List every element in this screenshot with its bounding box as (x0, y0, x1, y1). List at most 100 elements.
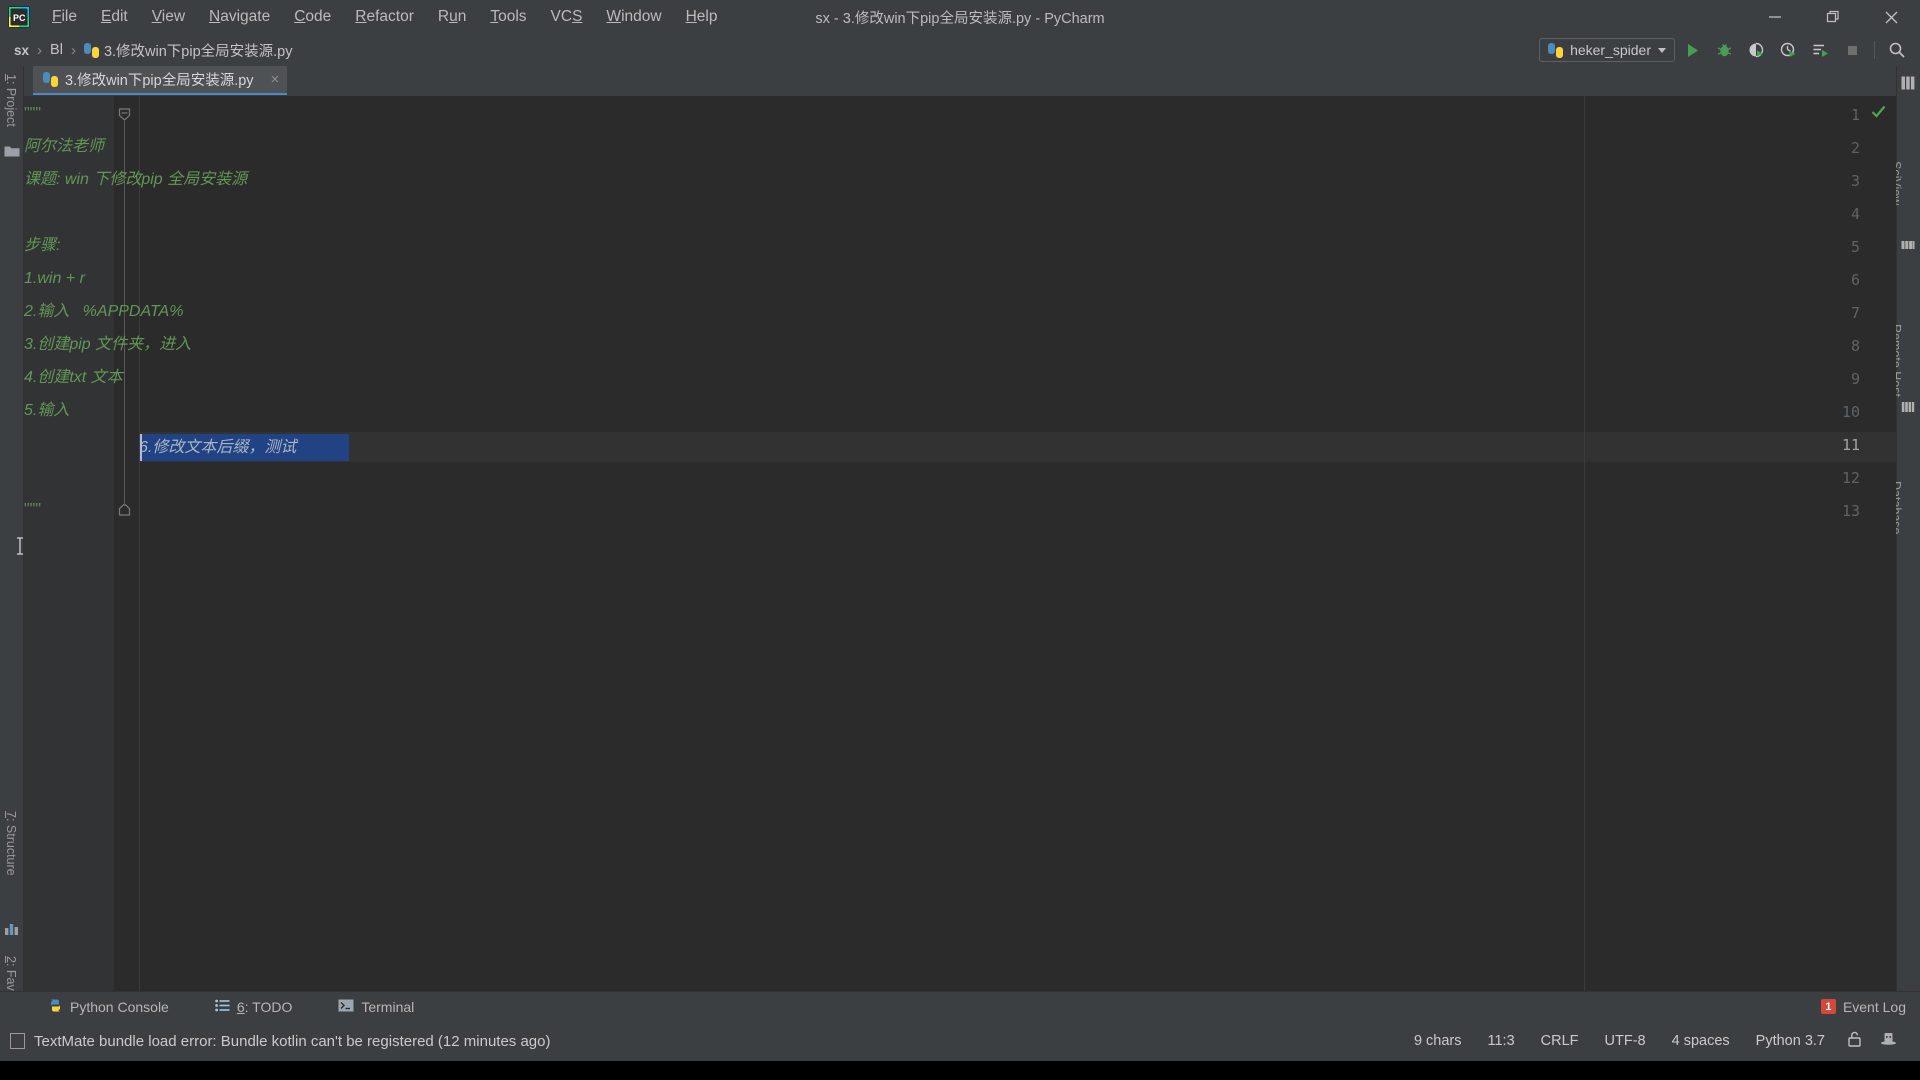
restore-button[interactable] (1804, 0, 1862, 34)
close-icon[interactable]: × (271, 72, 280, 87)
event-log-button[interactable]: 1 Event Log (1820, 998, 1906, 1015)
svg-text:PC: PC (13, 13, 26, 23)
status-message[interactable]: TextMate bundle load error: Bundle kotli… (34, 1033, 551, 1050)
breadcrumb: sx › Bl › 3.修改win下pip全局安装源.py (14, 40, 292, 61)
remote-host-icon (1901, 238, 1917, 254)
run-button[interactable] (1677, 37, 1707, 63)
editor-tab-label: 3.修改win下pip全局安装源.py (65, 73, 254, 89)
folder-icon (4, 144, 20, 160)
breadcrumb-project[interactable]: sx (14, 43, 29, 58)
menu-navigate[interactable]: Navigate (197, 5, 282, 29)
menu-view-rest: iew (161, 8, 186, 25)
event-log-badge: 1 (1820, 999, 1836, 1014)
chevron-down-icon (1658, 47, 1666, 53)
editor-tabs: 3.修改win下pip全局安装源.py × (24, 66, 1896, 96)
stop-button[interactable] (1837, 37, 1867, 63)
run-configuration-selector[interactable]: heker_spider (1539, 38, 1675, 62)
code-line: """ (24, 105, 42, 122)
python-file-icon (83, 42, 99, 58)
sidebar-item-structure[interactable]: 7: Structure (4, 811, 18, 876)
menu-vcs[interactable]: VCS (539, 5, 595, 29)
line-number: 12 (1841, 469, 1860, 487)
line-number: 7 (1850, 304, 1860, 322)
menu-window[interactable]: Window (594, 5, 673, 29)
toolwindow-terminal[interactable]: Terminal (324, 999, 428, 1015)
python-console-icon (48, 998, 63, 1016)
minimize-button[interactable] (1746, 0, 1804, 34)
toolwindow-todo-label: 6: TODO (236, 998, 293, 1015)
navigation-bar: sx › Bl › 3.修改win下pip全局安装源.py heker_spid… (0, 34, 1920, 66)
current-line-highlight (139, 432, 1896, 462)
notification-icon[interactable] (10, 1033, 25, 1049)
left-tool-stripe: 1: Project 7: Structure 2: Favorites (0, 66, 24, 1066)
inspection-ok-icon[interactable] (1871, 104, 1886, 124)
menu-code[interactable]: Code (282, 5, 343, 29)
event-log-label: Event Log (1842, 998, 1906, 1015)
caret-position[interactable]: 11:3 (1475, 1033, 1528, 1049)
toolwindow-todo[interactable]: 6: TODO (201, 999, 307, 1015)
menu-run[interactable]: Run (426, 5, 478, 29)
text-caret (140, 434, 142, 461)
editor-tab-active[interactable]: 3.修改win下pip全局安装源.py × (33, 66, 288, 95)
menu-view[interactable]: View (140, 5, 197, 29)
menu-file[interactable]: File (40, 5, 89, 29)
terminal-icon (338, 999, 354, 1015)
menu-file-rest: ile (61, 8, 77, 25)
toolwindow-python-console-label: Python Console (70, 998, 169, 1015)
indent-setting[interactable]: 4 spaces (1659, 1033, 1743, 1049)
menu-help[interactable]: Help (674, 5, 730, 29)
menu-code-rest: ode (305, 8, 332, 25)
mouse-cursor-ibeam (15, 536, 25, 560)
structure-icon (4, 921, 20, 937)
hector-icon[interactable] (1871, 1031, 1906, 1051)
toolbar-divider (1874, 41, 1875, 59)
code-line: """ (24, 501, 42, 518)
sidebar-item-project[interactable]: 1: Project (4, 74, 18, 127)
debug-button[interactable] (1709, 37, 1739, 63)
main-toolbar: heker_spider (1539, 34, 1912, 66)
menu-navigate-rest: avigate (220, 8, 271, 25)
line-number: 2 (1850, 139, 1860, 157)
editor-fold-column[interactable] (114, 96, 139, 991)
menu-help-rest: elp (696, 8, 718, 25)
search-everywhere-icon[interactable] (1882, 37, 1912, 63)
window-controls (1746, 0, 1920, 34)
code-line-selected: 6.修改文本后缀，测试 (139, 439, 297, 456)
python-config-icon (1548, 42, 1564, 58)
line-number: 3 (1850, 172, 1860, 190)
breadcrumb-file[interactable]: 3.修改win下pip全局安装源.py (83, 40, 292, 61)
profile-button[interactable] (1773, 37, 1803, 63)
database-icon (1901, 400, 1917, 416)
encoding[interactable]: UTF-8 (1592, 1033, 1659, 1049)
code-line: 5.输入 (24, 402, 70, 419)
line-separator[interactable]: CRLF (1528, 1033, 1592, 1049)
run-with-coverage-button[interactable] (1741, 37, 1771, 63)
menu-refactor-rest: efactor (366, 8, 414, 25)
status-bar: TextMate bundle load error: Bundle kotli… (0, 1021, 1920, 1061)
close-button[interactable] (1862, 0, 1920, 34)
toolwindow-python-console[interactable]: Python Console (34, 998, 183, 1016)
menu-refactor[interactable]: Refactor (343, 5, 426, 29)
line-number: 9 (1850, 370, 1860, 388)
line-number: 10 (1841, 403, 1860, 421)
menu-tools[interactable]: Tools (478, 5, 538, 29)
indent-guide (139, 96, 140, 991)
lock-icon[interactable] (1838, 1031, 1871, 1051)
menu-edit[interactable]: Edit (89, 5, 140, 29)
toolwindow-terminal-label: Terminal (361, 998, 415, 1015)
run-tests-button[interactable] (1805, 37, 1835, 63)
code-editor[interactable]: 1 2 3 4 5 6 7 8 9 10 11 12 13 """ 阿尔法老师 … (17, 96, 1896, 991)
todo-mnemonic: 6 (236, 998, 245, 1015)
python-file-icon (43, 72, 58, 87)
fold-marker-open-icon[interactable] (118, 108, 131, 121)
pycharm-window: PC File Edit View Navigate Code Refactor… (0, 0, 1920, 1080)
code-line: 1.win + r (24, 270, 85, 287)
menu-bar[interactable]: File Edit View Navigate Code Refactor Ru… (40, 0, 729, 34)
breadcrumb-separator-1: › (37, 41, 43, 59)
python-interpreter[interactable]: Python 3.7 (1743, 1033, 1838, 1049)
pycharm-logo-icon: PC (8, 6, 30, 28)
line-number: 4 (1850, 205, 1860, 223)
breadcrumb-folder[interactable]: Bl (50, 42, 63, 58)
code-line: 2.输入 %APPDATA% (24, 303, 184, 320)
breadcrumb-separator-2: › (70, 41, 76, 59)
